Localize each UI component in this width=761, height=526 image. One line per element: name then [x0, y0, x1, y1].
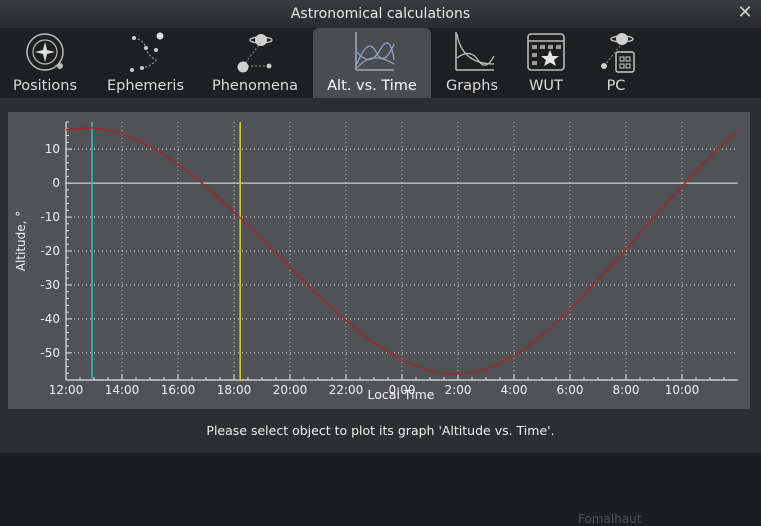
- x-tick-label: 8:00: [613, 383, 640, 397]
- tab-bar: Positions Ephemeris Phenomena Alt. vs. T…: [0, 28, 761, 98]
- chart-grid: [66, 122, 738, 380]
- wut-icon: [527, 33, 565, 71]
- tab-wut[interactable]: WUT: [514, 28, 578, 98]
- y-axis-title: Altitude, °: [14, 211, 28, 272]
- y-tick-labels: 10 0 -10 -20 -30 -40 -50: [40, 142, 60, 360]
- y-tick-label: 0: [52, 176, 60, 190]
- y-tick-label: -20: [40, 244, 60, 258]
- x-axis-title: Local Time: [368, 387, 435, 402]
- ephemeris-icon: [129, 32, 163, 72]
- alt-vs-time-icon: [355, 32, 395, 71]
- tab-label: Graphs: [445, 78, 499, 94]
- tab-pc[interactable]: PC: [586, 28, 646, 98]
- altitude-plot-panel: 10 0 -10 -20 -30 -40 -50 12:00 14:00 16:00 18:00 2…: [8, 112, 750, 409]
- tab-alt-vs-time[interactable]: Alt. vs. Time: [313, 28, 431, 98]
- x-tick-label: 18:00: [217, 383, 252, 397]
- x-tick-label: 16:00: [161, 383, 196, 397]
- tab-phenomena[interactable]: Phenomena: [203, 28, 307, 98]
- tab-label: WUT: [529, 78, 563, 94]
- tab-graphs[interactable]: Graphs: [438, 28, 506, 98]
- y-tick-label: -10: [40, 210, 60, 224]
- y-tick-label: 10: [45, 142, 60, 156]
- tab-label: Phenomena: [211, 78, 299, 94]
- tab-label: PC: [606, 78, 626, 94]
- graphs-icon: [455, 32, 495, 71]
- pc-icon: [601, 33, 635, 73]
- x-tick-label: 14:00: [105, 383, 140, 397]
- tab-label: Alt. vs. Time: [327, 78, 417, 94]
- tab-label: Ephemeris: [106, 78, 185, 94]
- window-title: Astronomical calculations: [290, 6, 471, 22]
- tab-label: Positions: [12, 78, 77, 94]
- x-tick-label: 22:00: [329, 383, 364, 397]
- y-tick-label: -30: [40, 278, 60, 292]
- x-tick-label: 2:00: [445, 383, 472, 397]
- status-message: Please select object to plot its graph '…: [206, 423, 555, 438]
- x-tick-label: 20:00: [273, 383, 308, 397]
- x-tick-label: 6:00: [557, 383, 584, 397]
- close-icon[interactable]: ✕: [735, 3, 755, 23]
- y-tick-label: -50: [40, 346, 60, 360]
- altitude-vs-time-chart[interactable]: 10 0 -10 -20 -30 -40 -50 12:00 14:00 16:00 18:00 2…: [8, 112, 750, 409]
- x-tick-label: 4:00: [501, 383, 528, 397]
- positions-icon: [26, 33, 64, 71]
- phenomena-icon: [237, 34, 273, 73]
- x-tick-label: 10:00: [665, 383, 700, 397]
- window-titlebar: Astronomical calculations ✕: [0, 0, 761, 28]
- background-star-label: Fomalhaut: [578, 512, 642, 526]
- tab-positions[interactable]: Positions: [0, 28, 90, 98]
- y-tick-label: -40: [40, 312, 60, 326]
- alt-vs-time-page: 10 0 -10 -20 -30 -40 -50 12:00 14:00 16:00 18:00 2…: [0, 98, 761, 526]
- tab-ephemeris[interactable]: Ephemeris: [97, 28, 194, 98]
- x-tick-label: 12:00: [49, 383, 84, 397]
